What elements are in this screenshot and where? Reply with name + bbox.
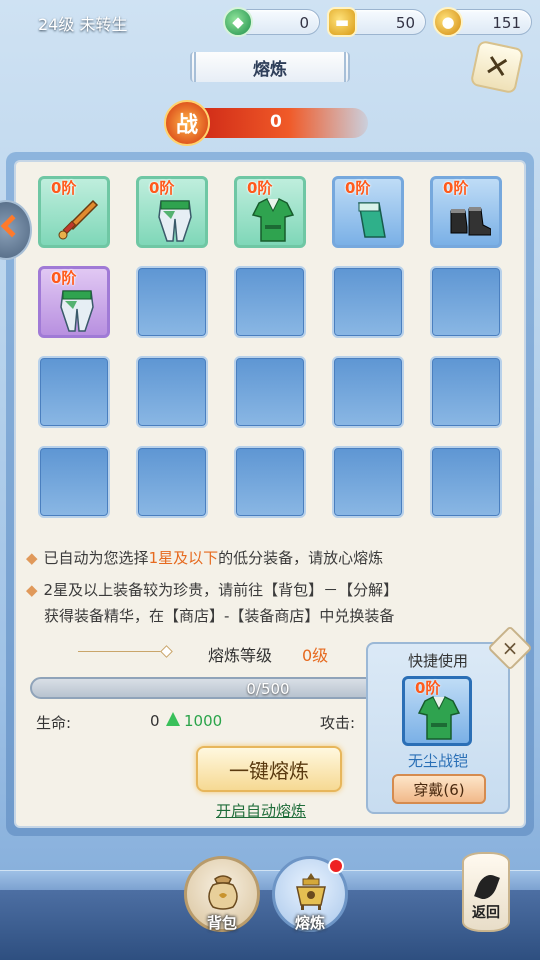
armor-icon — [251, 198, 295, 242]
coin-counter[interactable]: ● 151 — [433, 7, 532, 37]
smelt-level-label: 熔炼等级 — [208, 646, 273, 665]
note-line-1: ◆ 已自动为您选择1星及以下的低分装备，请放心熔炼 — [26, 546, 496, 570]
hp-gain: 1000 — [184, 712, 223, 730]
notification-dot — [328, 858, 344, 874]
wear-button[interactable]: 穿戴(6) — [392, 774, 486, 804]
smelt-level-value: 0级 — [302, 646, 329, 665]
bag-button[interactable]: 背包 — [184, 856, 260, 932]
coin-icon: ● — [433, 7, 463, 37]
coin-value: 151 — [492, 14, 521, 32]
equipment-slot-empty[interactable] — [430, 266, 502, 338]
close-icon: × — [501, 636, 519, 660]
hp-value: 0 — [150, 712, 160, 730]
smelt-nav-label: 熔炼 — [294, 914, 325, 932]
quick-use-item-name: 无尘战铠 — [407, 752, 468, 770]
equipment-slot-empty[interactable] — [332, 356, 404, 428]
back-label: 返回 — [472, 905, 500, 921]
tier-label: 0阶 — [149, 179, 175, 197]
boots-icon — [450, 207, 491, 236]
equipment-slot-filled[interactable]: 0阶 — [38, 266, 110, 338]
left-arrow-icon — [0, 214, 24, 238]
increase-arrow-icon — [166, 712, 180, 726]
equipment-slot-filled[interactable]: 0阶 — [234, 176, 306, 248]
bottom-bar — [0, 890, 540, 960]
equipment-slot-filled[interactable]: 0阶 — [332, 176, 404, 248]
bag-label: 背包 — [206, 914, 237, 932]
equipment-slot-empty[interactable] — [136, 356, 208, 428]
jade-icon: ◆ — [223, 7, 253, 37]
tier-label: 0阶 — [247, 179, 273, 197]
note-1-post: 的低分装备，请放心熔炼 — [218, 549, 384, 567]
leaf-icon — [474, 871, 500, 903]
note-2-text: 2星及以上装备较为珍贵，请前往【背包】－【分解】 — [43, 581, 399, 599]
equipment-slot-filled[interactable]: 0阶 — [136, 176, 208, 248]
auto-smelt-link[interactable]: 开启自动熔炼 — [216, 800, 306, 821]
tier-label: 0阶 — [51, 179, 77, 197]
bag-icon — [208, 875, 238, 910]
note-line-3: 获得装备精华，在【商店】-【装备商店】中兑换装备 — [44, 607, 395, 625]
equipment-slot-empty[interactable] — [234, 356, 306, 428]
close-icon: ✕ — [481, 47, 513, 87]
equipment-slot-filled[interactable]: 0阶 — [38, 176, 110, 248]
back-button[interactable]: 返回 — [462, 852, 510, 932]
armor-icon — [417, 696, 461, 740]
gold-ingot-icon: ▬ — [327, 7, 357, 37]
equipment-slot-empty[interactable] — [234, 446, 306, 518]
tier-label: 0阶 — [51, 269, 77, 287]
tier-label: 0阶 — [443, 179, 469, 197]
divider-diamond-icon — [160, 645, 173, 658]
note-1-highlight: 1星及以下 — [148, 549, 219, 567]
equipment-slot-empty[interactable] — [332, 266, 404, 338]
equipment-slot-empty[interactable] — [332, 446, 404, 518]
equipment-slot-empty[interactable] — [234, 266, 306, 338]
divider-line — [78, 651, 166, 652]
sword-icon — [58, 199, 99, 240]
bracer-icon — [358, 202, 386, 238]
equipment-slot-empty[interactable] — [136, 266, 208, 338]
pants-icon — [60, 290, 94, 332]
quick-use-title: 快捷使用 — [407, 652, 468, 670]
bullet-icon: ◆ — [26, 581, 38, 599]
equipment-slot-empty[interactable] — [430, 446, 502, 518]
equipment-slot-empty[interactable] — [38, 356, 110, 428]
top-bar: 24级 未转生 ◆ 0 ▬ 50 ● 151 — [0, 0, 540, 44]
note-line-2: ◆ 2星及以上装备较为珍贵，请前往【背包】－【分解】 — [26, 578, 496, 602]
power-value: 0 — [270, 112, 282, 132]
one-click-smelt-button[interactable]: 一键熔炼 — [196, 746, 342, 792]
power-icon: 战 — [164, 100, 210, 146]
page-title: 熔炼 — [190, 52, 350, 82]
pants-icon — [158, 200, 192, 242]
note-1-pre: 已自动为您选择 — [43, 549, 149, 567]
bullet-icon: ◆ — [26, 549, 38, 567]
close-button[interactable]: ✕ — [469, 39, 525, 95]
tier-label: 0阶 — [345, 179, 371, 197]
equipment-slot-empty[interactable] — [38, 446, 110, 518]
jade-value: 0 — [299, 14, 309, 32]
jade-counter[interactable]: ◆ 0 — [223, 7, 320, 37]
player-level: 24级 未转生 — [38, 15, 128, 34]
quick-use-item-slot[interactable]: 0阶 — [402, 676, 472, 746]
equipment-slot-empty[interactable] — [136, 446, 208, 518]
attack-label: 攻击: — [320, 714, 356, 732]
equipment-slot-filled[interactable]: 0阶 — [430, 176, 502, 248]
furnace-icon — [296, 873, 326, 910]
hp-label: 生命: — [36, 714, 72, 732]
gold-ingot-value: 50 — [395, 14, 415, 32]
gold-ingot-counter[interactable]: ▬ 50 — [327, 7, 426, 37]
equipment-slot-empty[interactable] — [430, 356, 502, 428]
